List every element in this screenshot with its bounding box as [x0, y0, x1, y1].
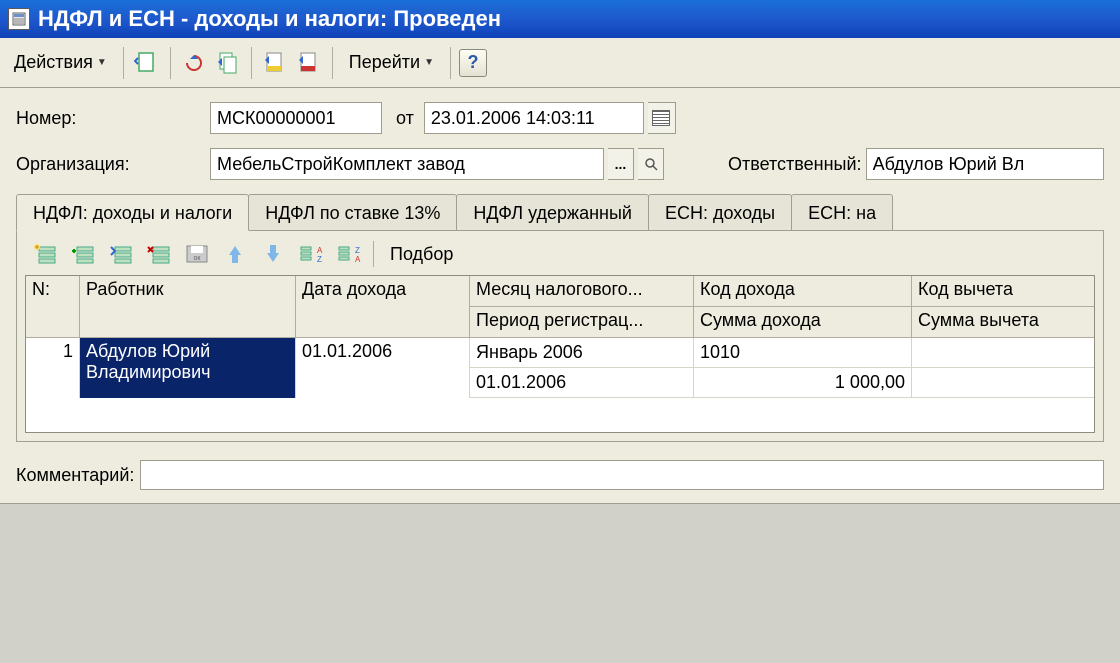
table-toolbar: ок АZ ZА Подбор: [25, 239, 1095, 275]
titlebar: НДФЛ и ЕСН - доходы и налоги: Проведен: [0, 0, 1120, 38]
main-toolbar: Действия ▼ Перейти ▼ ?: [0, 38, 1120, 88]
col-tax-month[interactable]: Месяц налогового...: [470, 276, 694, 307]
date-field[interactable]: [424, 102, 644, 134]
cell-income-sum: 1 000,00: [694, 368, 912, 398]
org-select-button[interactable]: ...: [608, 148, 634, 180]
number-label: Номер:: [16, 108, 206, 129]
form-area: Номер: от Организация: ... Ответственный…: [0, 88, 1120, 496]
cell-reg-period: 01.01.2006: [470, 368, 694, 398]
window-title: НДФЛ и ЕСН - доходы и налоги: Проведен: [38, 6, 501, 32]
comment-label: Комментарий:: [16, 465, 134, 486]
sort-asc-icon[interactable]: АZ: [297, 241, 325, 267]
edit-row-icon[interactable]: [107, 241, 135, 267]
comment-field[interactable]: [140, 460, 1104, 490]
tab-esn-tax[interactable]: ЕСН: на: [791, 194, 893, 230]
save-row-icon[interactable]: ок: [183, 241, 211, 267]
move-up-icon[interactable]: [221, 241, 249, 267]
ot-label: от: [396, 108, 414, 129]
data-grid[interactable]: N: Работник Дата дохода Месяц налогового…: [25, 275, 1095, 433]
post-icon[interactable]: [260, 48, 290, 78]
delete-row-icon[interactable]: [145, 241, 173, 267]
app-icon: [8, 8, 30, 30]
move-down-icon[interactable]: [259, 241, 287, 267]
cell-n: 1: [26, 338, 80, 398]
cell-income-date: 01.01.2006: [296, 338, 470, 398]
resp-field[interactable]: [866, 148, 1104, 180]
insert-row-icon[interactable]: [69, 241, 97, 267]
col-n[interactable]: N:: [26, 276, 80, 338]
sort-desc-icon[interactable]: ZА: [335, 241, 363, 267]
number-field[interactable]: [210, 102, 382, 134]
cell-worker: Абдулов Юрий Владимирович: [80, 338, 296, 398]
separator: [170, 47, 171, 79]
tab-content: ок АZ ZА Подбор N:: [16, 230, 1104, 442]
col-income-sum[interactable]: Сумма дохода: [694, 307, 912, 338]
col-worker[interactable]: Работник: [80, 276, 296, 338]
refresh-icon[interactable]: [179, 48, 209, 78]
number-row: Номер: от: [16, 102, 1104, 134]
tab-ndfl-income[interactable]: НДФЛ: доходы и налоги: [16, 194, 249, 231]
separator: [123, 47, 124, 79]
actions-menu[interactable]: Действия ▼: [6, 48, 115, 77]
separator: [332, 47, 333, 79]
chevron-down-icon: ▼: [424, 57, 434, 68]
svg-text:А: А: [317, 246, 323, 255]
tab-ndfl-13[interactable]: НДФЛ по ставке 13%: [248, 194, 457, 230]
help-icon[interactable]: ?: [459, 49, 487, 77]
cell-ded-code: [912, 338, 1094, 368]
grid-row[interactable]: 1 Абдулов Юрий Владимирович 01.01.2006 Я…: [26, 338, 1094, 398]
calendar-icon: [652, 110, 670, 126]
bottom-bar: [0, 496, 1120, 504]
cell-ded-sum: [912, 368, 1094, 398]
podbor-button[interactable]: Подбор: [384, 242, 459, 267]
org-open-button[interactable]: [638, 148, 664, 180]
add-row-icon[interactable]: [31, 241, 59, 267]
tab-esn-income[interactable]: ЕСН: доходы: [648, 194, 792, 230]
col-income-code[interactable]: Код дохода: [694, 276, 912, 307]
goto-menu[interactable]: Перейти ▼: [341, 48, 442, 77]
form-new-icon[interactable]: [132, 48, 162, 78]
org-row: Организация: ... Ответственный:: [16, 148, 1104, 180]
grid-empty-area: [26, 398, 1094, 432]
cell-tax-month: Январь 2006: [470, 338, 694, 368]
col-income-date[interactable]: Дата дохода: [296, 276, 470, 338]
tabs-container: НДФЛ: доходы и налоги НДФЛ по ставке 13%…: [16, 194, 1104, 442]
tab-bar: НДФЛ: доходы и налоги НДФЛ по ставке 13%…: [16, 194, 1104, 230]
chevron-down-icon: ▼: [97, 57, 107, 68]
copy-icon[interactable]: [213, 48, 243, 78]
col-reg-period[interactable]: Период регистрац...: [470, 307, 694, 338]
svg-text:Z: Z: [355, 246, 360, 255]
svg-text:Z: Z: [317, 255, 322, 264]
separator: [450, 47, 451, 79]
separator: [251, 47, 252, 79]
calendar-button[interactable]: [648, 102, 676, 134]
resp-label: Ответственный:: [728, 154, 862, 175]
org-label: Организация:: [16, 154, 206, 175]
comment-row: Комментарий:: [16, 460, 1104, 490]
cell-income-code: 1010: [694, 338, 912, 368]
post-close-icon[interactable]: [294, 48, 324, 78]
separator: [373, 241, 374, 267]
org-field[interactable]: [210, 148, 604, 180]
grid-header: N: Работник Дата дохода Месяц налогового…: [26, 276, 1094, 338]
col-ded-code[interactable]: Код вычета: [912, 276, 1094, 307]
svg-text:ок: ок: [194, 255, 202, 262]
svg-text:А: А: [355, 255, 361, 264]
tab-ndfl-withheld[interactable]: НДФЛ удержанный: [456, 194, 649, 230]
col-ded-sum[interactable]: Сумма вычета: [912, 307, 1094, 338]
